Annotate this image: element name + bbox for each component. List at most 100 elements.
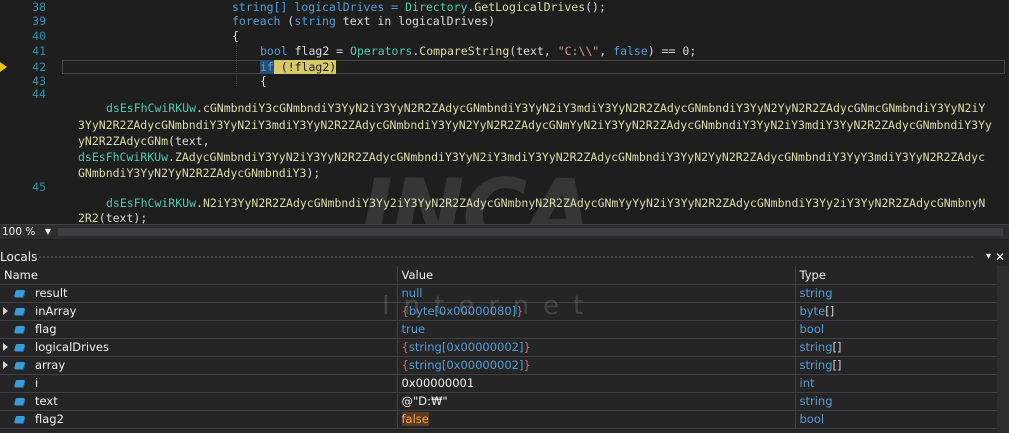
line-number: 44 bbox=[32, 87, 46, 101]
variable-type-cell[interactable]: bool bbox=[795, 410, 998, 429]
variable-value-cell[interactable]: {string[0x00000002]} bbox=[397, 338, 796, 357]
variable-value: 0x00000001 bbox=[401, 376, 475, 390]
brace-open: { bbox=[401, 340, 409, 354]
variable-name: text bbox=[35, 394, 58, 408]
variable-type: bool bbox=[799, 412, 825, 426]
variable-value: true bbox=[401, 322, 426, 336]
type-base: byte bbox=[799, 304, 826, 318]
array-brackets: [] bbox=[832, 358, 842, 372]
code-line-42: if (!flag2) bbox=[260, 60, 337, 74]
variable-type: string bbox=[799, 286, 833, 300]
array-brackets: [] bbox=[832, 340, 842, 354]
variable-name-cell[interactable]: flag bbox=[0, 320, 398, 339]
variable-type: int bbox=[799, 376, 815, 390]
locals-row-array[interactable]: array {string[0x00000002]} string[] bbox=[0, 356, 998, 375]
line-number: 38 bbox=[32, 0, 46, 14]
close-icon[interactable]: ✕ bbox=[995, 248, 1005, 266]
variable-name: result bbox=[35, 286, 68, 300]
current-statement-arrow-icon[interactable] bbox=[0, 62, 7, 72]
variable-value-cell[interactable]: 0x00000001 bbox=[397, 374, 796, 393]
zoom-level: 100 % bbox=[2, 226, 36, 238]
current-line-highlight bbox=[62, 60, 1005, 74]
variable-value-cell[interactable]: false bbox=[397, 410, 796, 429]
local-variable-icon bbox=[14, 326, 25, 333]
variable-name-cell[interactable]: i bbox=[0, 374, 398, 393]
brace-close: } bbox=[523, 358, 531, 372]
variable-name: inArray bbox=[35, 304, 77, 318]
expand-arrow-icon[interactable] bbox=[3, 307, 8, 315]
code-line-39: foreach (string text in logicalDrives) bbox=[232, 14, 496, 28]
line-number: 39 bbox=[32, 14, 46, 28]
locals-row-logicalDrives[interactable]: logicalDrives {string[0x00000002]} string[… bbox=[0, 338, 998, 357]
variable-type-cell[interactable]: bool bbox=[795, 320, 998, 339]
local-variable-icon bbox=[14, 308, 25, 315]
editor-bottom-bar: 100 % ▼ bbox=[0, 224, 1009, 239]
variable-type: string[] bbox=[800, 358, 842, 372]
local-variable-icon bbox=[14, 344, 25, 351]
code-line-43: { bbox=[260, 74, 267, 88]
locals-row-text[interactable]: text @"D:₩" string bbox=[0, 392, 998, 411]
vertical-scrollbar[interactable] bbox=[997, 266, 1009, 433]
line-number: 43 bbox=[32, 74, 46, 88]
variable-type: string bbox=[799, 394, 833, 408]
expand-arrow-icon[interactable] bbox=[3, 361, 8, 369]
variable-type-cell[interactable]: string[] bbox=[795, 338, 998, 357]
code-line-41: bool flag2 = Operators.CompareString(tex… bbox=[260, 44, 697, 58]
expand-arrow-icon[interactable] bbox=[3, 343, 8, 351]
local-variable-icon bbox=[14, 290, 25, 297]
variable-value-cell[interactable]: true bbox=[397, 320, 796, 339]
local-variable-icon bbox=[14, 398, 25, 405]
variable-type-cell[interactable]: string bbox=[795, 392, 998, 411]
line-number: 40 bbox=[32, 29, 46, 43]
type-base: string bbox=[799, 358, 833, 372]
local-variable-icon bbox=[14, 362, 25, 369]
variable-type: bool bbox=[799, 322, 825, 336]
type-base: string bbox=[799, 340, 833, 354]
dropdown-icon[interactable]: ▾ bbox=[986, 248, 991, 266]
column-header-value[interactable]: Value bbox=[397, 266, 796, 285]
locals-title-bar: Locals ▾ ✕ bbox=[0, 248, 1009, 266]
variable-type: byte[] bbox=[800, 304, 835, 318]
variable-name-cell[interactable]: logicalDrives bbox=[0, 338, 398, 357]
brace-open: { bbox=[401, 358, 409, 372]
column-header-name[interactable]: Name bbox=[0, 266, 398, 285]
variable-name: flag bbox=[35, 322, 57, 336]
variable-type-cell[interactable]: string[] bbox=[795, 356, 998, 375]
line-number-gutter: 38 39 40 41 42 43 44 45 bbox=[0, 0, 56, 224]
line-number: 45 bbox=[32, 180, 46, 194]
variable-name-cell[interactable]: result bbox=[0, 284, 398, 303]
variable-type: string[] bbox=[800, 340, 842, 354]
watermark-logo: INCA bbox=[360, 160, 593, 224]
chevron-down-icon: ▼ bbox=[44, 227, 51, 236]
column-header-type[interactable]: Type bbox=[795, 266, 998, 285]
locals-row-flag2[interactable]: flag2 false bool bbox=[0, 410, 998, 429]
local-variable-icon bbox=[14, 416, 25, 423]
variable-value: string[0x00000002] bbox=[408, 358, 524, 372]
code-line-40: { bbox=[232, 29, 239, 43]
variable-value-cell[interactable]: {string[0x00000002]} bbox=[397, 356, 796, 375]
code-line-38: string[] logicalDrives = Directory.GetLo… bbox=[232, 0, 606, 14]
array-brackets: [] bbox=[825, 304, 835, 318]
horizontal-scrollbar[interactable] bbox=[58, 228, 1003, 236]
locals-panel: Locals ▾ ✕ Name Value Type result null str… bbox=[0, 240, 1009, 433]
variable-type-cell[interactable]: byte[] bbox=[795, 302, 998, 321]
variable-name-cell[interactable]: inArray bbox=[0, 302, 398, 321]
title-grip bbox=[34, 255, 975, 260]
variable-type-cell[interactable]: string bbox=[795, 284, 998, 303]
locals-row-flag[interactable]: flag true bool bbox=[0, 320, 998, 339]
locals-row-i[interactable]: i 0x00000001 int bbox=[0, 374, 998, 393]
obfuscated-call-3-tail: 2R2(text); bbox=[78, 211, 148, 224]
variable-name-cell[interactable]: flag2 bbox=[0, 410, 398, 429]
code-editor[interactable]: 38 39 40 41 42 43 44 45 string[] logical… bbox=[0, 0, 1009, 224]
zoom-dropdown[interactable]: 100 % ▼ bbox=[0, 225, 56, 239]
variable-name-cell[interactable]: array bbox=[0, 356, 398, 375]
variable-value: string[0x00000002] bbox=[408, 340, 524, 354]
variable-name: logicalDrives bbox=[35, 340, 109, 354]
obfuscated-call-2-tail: GNmbndiY3YyN2YyN2R2ZAdycGNmbndiY3); bbox=[78, 166, 321, 180]
variable-value: @"D:₩" bbox=[401, 394, 448, 408]
variable-name: array bbox=[35, 358, 66, 372]
brace-close: } bbox=[523, 340, 531, 354]
variable-type-cell[interactable]: int bbox=[795, 374, 998, 393]
variable-name-cell[interactable]: text bbox=[0, 392, 398, 411]
variable-value-cell[interactable]: @"D:₩" bbox=[397, 392, 796, 411]
